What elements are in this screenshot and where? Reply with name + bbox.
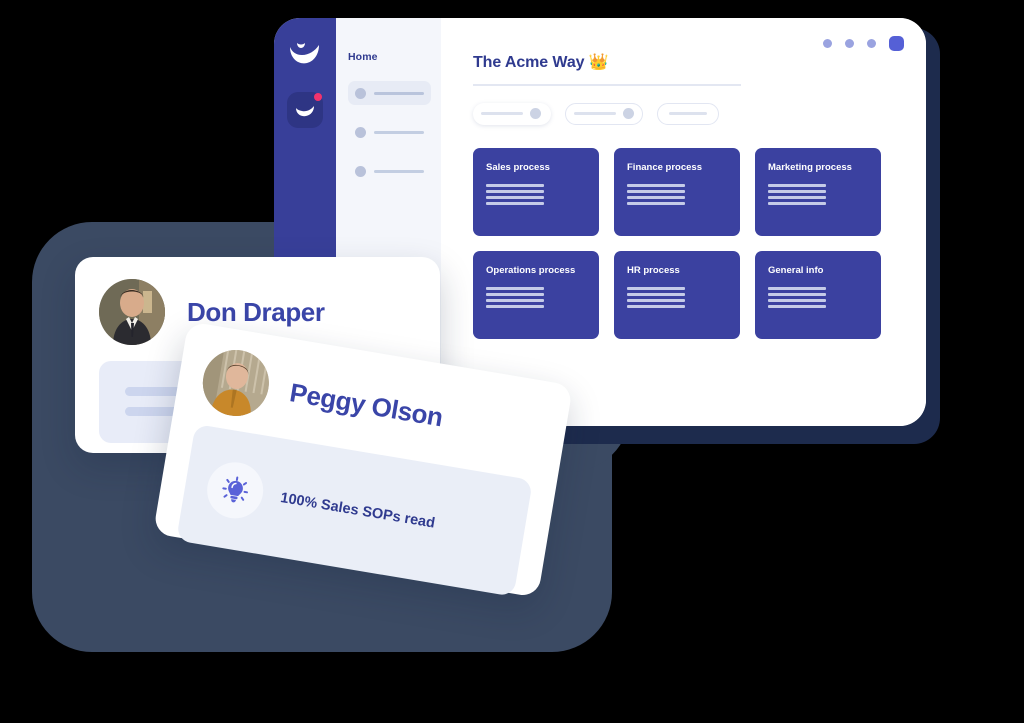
card-placeholder-line — [627, 189, 685, 193]
process-card-marketing[interactable]: Marketing process — [755, 147, 881, 236]
nav-placeholder-line — [374, 91, 424, 95]
process-card-title: Marketing process — [768, 161, 852, 173]
process-card-title: Operations process — [486, 264, 576, 276]
card-placeholder-line — [768, 286, 826, 290]
card-placeholder-line — [627, 183, 685, 187]
card-placeholder-line — [486, 292, 544, 296]
card-placeholder-line — [627, 201, 685, 205]
nav-placeholder-line — [374, 130, 424, 134]
card-placeholder-line — [486, 189, 544, 193]
process-card-title: Sales process — [486, 161, 550, 173]
process-card-hr[interactable]: HR process — [614, 250, 740, 339]
card-placeholder-line — [486, 201, 544, 205]
filter-chip-1[interactable] — [473, 102, 551, 125]
process-card-operations[interactable]: Operations process — [473, 250, 599, 339]
card-placeholder-line — [627, 286, 685, 290]
page-title: The Acme Way 👑 — [473, 54, 609, 71]
main-content: The Acme Way 👑 Sales process Finance pro… — [441, 18, 926, 426]
chip-placeholder-line — [574, 112, 616, 115]
process-card-title: Finance process — [627, 161, 702, 173]
card-placeholder-line — [627, 292, 685, 296]
process-card-sales[interactable]: Sales process — [473, 147, 599, 236]
notification-badge — [314, 93, 322, 101]
sidebar-item-2[interactable] — [348, 120, 431, 144]
process-card-finance[interactable]: Finance process — [614, 147, 740, 236]
chip-knob-icon — [623, 108, 634, 119]
process-card-title: General info — [768, 264, 824, 276]
card-placeholder-line — [768, 292, 826, 296]
card-placeholder-line — [486, 195, 544, 199]
title-divider — [473, 84, 741, 86]
chip-row — [473, 102, 896, 125]
card-placeholder-line — [486, 183, 544, 187]
window-controls — [823, 36, 904, 51]
lightbulb-icon — [202, 458, 268, 523]
card-placeholder-line — [486, 286, 544, 290]
card-placeholder-line — [768, 183, 826, 187]
window-dot-1-icon[interactable] — [823, 39, 832, 48]
sidebar-item-1[interactable] — [348, 81, 431, 105]
filter-chip-3[interactable] — [657, 102, 719, 125]
card-placeholder-line — [768, 298, 826, 302]
whale-app-icon[interactable] — [287, 92, 323, 128]
sidebar-item-3[interactable] — [348, 159, 431, 183]
process-card-title: HR process — [627, 264, 680, 276]
card-placeholder-line — [768, 304, 826, 308]
window-active-indicator-icon[interactable] — [889, 36, 904, 51]
whale-logo-icon[interactable] — [284, 36, 326, 72]
card-placeholder-line — [486, 304, 544, 308]
person-name: Don Draper — [187, 296, 325, 327]
card-placeholder-line — [768, 189, 826, 193]
chip-placeholder-line — [669, 112, 707, 115]
peggy-stat-text: 100% Sales SOPs read — [279, 490, 437, 532]
card-placeholder-line — [627, 304, 685, 308]
nav-bullet-icon — [355, 87, 366, 99]
card-placeholder-line — [768, 201, 826, 205]
nav-bullet-icon — [355, 126, 366, 138]
card-placeholder-line — [627, 195, 685, 199]
nav-home-label: Home — [348, 51, 378, 63]
don-draper-avatar — [99, 279, 165, 345]
process-card-general-info[interactable]: General info — [755, 250, 881, 339]
window-dot-2-icon[interactable] — [845, 39, 854, 48]
process-card-grid: Sales process Finance process Marketing … — [473, 147, 896, 339]
window-dot-3-icon[interactable] — [867, 39, 876, 48]
card-placeholder-line — [768, 195, 826, 199]
filter-chip-2[interactable] — [565, 102, 643, 125]
peggy-olson-avatar — [197, 344, 274, 421]
card-placeholder-line — [486, 298, 544, 302]
chip-placeholder-line — [481, 112, 523, 115]
chip-knob-icon — [530, 108, 541, 119]
card-placeholder-line — [627, 298, 685, 302]
person-name: Peggy Olson — [287, 376, 446, 432]
nav-bullet-icon — [355, 165, 366, 177]
nav-placeholder-line — [374, 169, 424, 173]
